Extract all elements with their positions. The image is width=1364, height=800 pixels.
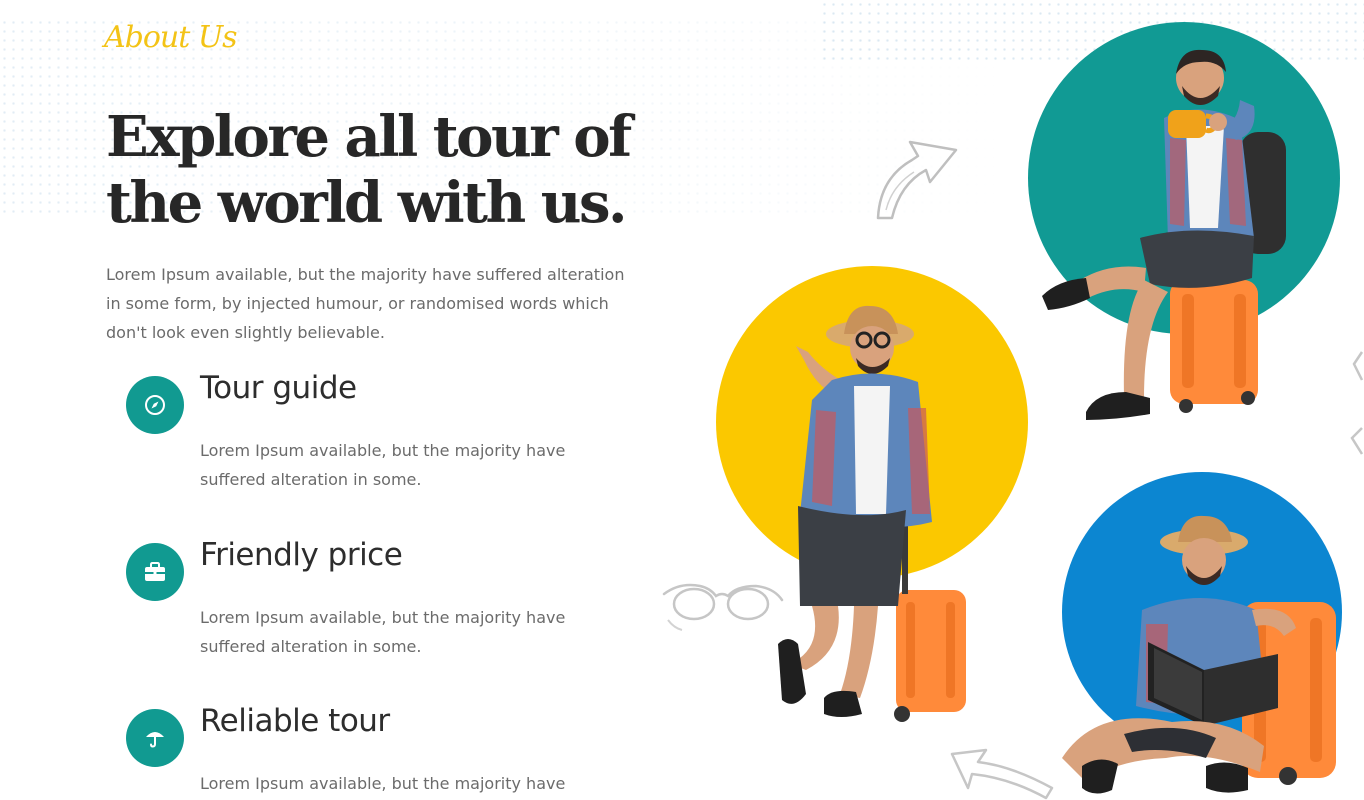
- traveler-pointing-image: [778, 305, 966, 722]
- edge-doodle-icon: [1350, 351, 1364, 455]
- sunglasses-doodle-icon: [662, 583, 784, 631]
- traveler-reading-image: [1062, 515, 1336, 794]
- section-title: Explore all tour of the world with us.: [106, 104, 632, 236]
- arrow-doodle-icon: [876, 140, 958, 220]
- section-intro: Lorem Ipsum available, but the majority …: [106, 265, 625, 342]
- feature-title: Tour guide: [200, 370, 357, 406]
- briefcase-icon: [126, 543, 184, 601]
- arrow-doodle-bottom-icon: [950, 748, 1054, 800]
- section-eyebrow: About Us: [104, 20, 238, 55]
- feature-title: Reliable tour: [200, 703, 390, 739]
- compass-icon: [126, 376, 184, 434]
- umbrella-icon: [126, 709, 184, 767]
- feature-text: Lorem Ipsum available, but the majority …: [200, 774, 566, 793]
- feature-text: Lorem Ipsum available, but the majority …: [200, 608, 566, 656]
- feature-title: Friendly price: [200, 537, 403, 573]
- traveler-with-cup-image: [1042, 49, 1286, 420]
- feature-text: Lorem Ipsum available, but the majority …: [200, 441, 566, 489]
